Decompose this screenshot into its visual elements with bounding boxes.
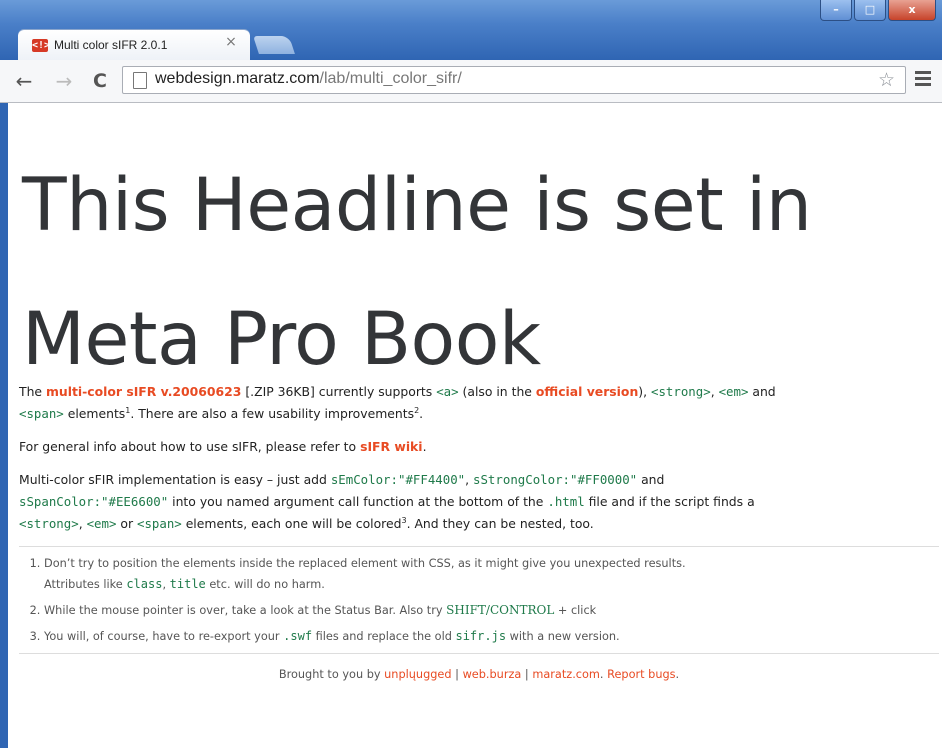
divider bbox=[19, 653, 939, 654]
bookmark-star-icon[interactable]: ☆ bbox=[878, 69, 895, 91]
page-footer: Brought to you by unplųugged | web.burza… bbox=[19, 664, 939, 686]
tab-active[interactable]: <!> Multi color sIFR 2.0.1 × bbox=[18, 30, 250, 60]
download-link[interactable]: multi-color sIFR v.20060623 bbox=[46, 384, 241, 399]
window-controls: – □ x bbox=[818, 0, 936, 22]
code-span: <span> bbox=[19, 406, 64, 421]
code-sem-color: sEmColor:"#FF4400" bbox=[330, 472, 466, 487]
code-a: <a> bbox=[436, 384, 459, 399]
text: [.ZIP 36KB] currently supports bbox=[241, 384, 437, 399]
reload-icon[interactable]: C bbox=[88, 69, 112, 93]
text: files and replace the old bbox=[312, 630, 456, 643]
code-swf: .swf bbox=[283, 629, 313, 643]
sifr-wiki-link[interactable]: sIFR wiki bbox=[360, 439, 423, 454]
new-tab-button[interactable] bbox=[253, 36, 295, 54]
maximize-button[interactable]: □ bbox=[854, 0, 886, 21]
web-burza-link[interactable]: web.burza bbox=[463, 668, 522, 681]
report-bugs-link[interactable]: Report bugs bbox=[607, 668, 675, 681]
intro-paragraph: The multi-color sIFR v.20060623 [.ZIP 36… bbox=[19, 381, 939, 425]
back-arrow-icon[interactable]: ← bbox=[12, 69, 36, 93]
text: and bbox=[748, 384, 776, 399]
unplugged-link[interactable]: unplųugged bbox=[384, 668, 451, 681]
page-content: This Headline is set in Meta Pro Book The… bbox=[0, 103, 942, 748]
maratz-link[interactable]: maratz.com bbox=[532, 668, 600, 681]
footnote-2: While the mouse pointer is over, take a … bbox=[44, 600, 939, 621]
page-headline: This Headline is set in Meta Pro Book bbox=[22, 139, 922, 407]
code-class: class bbox=[126, 577, 163, 591]
text: Multi-color sFIR implementation is easy … bbox=[19, 472, 331, 487]
text: into you named argument call function at… bbox=[168, 494, 548, 509]
code-span: <span> bbox=[136, 516, 182, 531]
code-strong: <strong> bbox=[651, 384, 711, 399]
close-button[interactable]: x bbox=[888, 0, 936, 21]
text: . bbox=[422, 439, 427, 454]
separator: | bbox=[521, 668, 533, 681]
url-text: webdesign.maratz.com/lab/multi_color_sif… bbox=[155, 70, 462, 88]
text: file and if the script finds a bbox=[584, 494, 755, 509]
text: . And they can be nested, too. bbox=[406, 516, 594, 531]
text: (also in the bbox=[458, 384, 536, 399]
separator: | bbox=[451, 668, 463, 681]
article-body: The multi-color sIFR v.20060623 [.ZIP 36… bbox=[19, 381, 939, 686]
footnote-1: Don’t try to position the elements insid… bbox=[44, 553, 939, 595]
text: etc. will do no harm. bbox=[205, 578, 325, 591]
headline-line-2: Meta Pro Book bbox=[22, 297, 541, 382]
code-em: <em> bbox=[86, 516, 117, 531]
text: elements bbox=[63, 406, 126, 421]
code-html: .html bbox=[547, 494, 585, 509]
title-bar: <!> Multi color sIFR 2.0.1 × – □ x bbox=[0, 0, 942, 60]
wiki-paragraph: For general info about how to use sIFR, … bbox=[19, 436, 939, 458]
footnotes-list: Don’t try to position the elements insid… bbox=[19, 553, 939, 647]
code-sstrong-color: sStrongColor:"#FF0000" bbox=[473, 472, 638, 487]
text: ), bbox=[638, 384, 651, 399]
code-title: title bbox=[169, 577, 206, 591]
code-sifr-js: sifr.js bbox=[455, 629, 507, 643]
text: or bbox=[116, 516, 137, 531]
text: . bbox=[419, 406, 424, 421]
text: , bbox=[162, 578, 170, 591]
text: You will, of course, have to re-export y… bbox=[44, 630, 284, 643]
code-em: <em> bbox=[718, 384, 749, 399]
text: Brought to you by bbox=[278, 668, 385, 681]
code-sspan-color: sSpanColor:"#EE6600" bbox=[19, 494, 169, 509]
text: , bbox=[710, 384, 719, 399]
text: . bbox=[675, 668, 680, 681]
minimize-button[interactable]: – bbox=[820, 0, 852, 21]
address-bar[interactable]: webdesign.maratz.com/lab/multi_color_sif… bbox=[122, 66, 906, 94]
tab-title: Multi color sIFR 2.0.1 bbox=[54, 38, 168, 52]
headline-line-1: This Headline is set in bbox=[22, 163, 812, 248]
text: + click bbox=[554, 604, 597, 617]
text: elements, each one will be colored bbox=[181, 516, 402, 531]
forward-arrow-icon[interactable]: → bbox=[52, 69, 76, 93]
text: Don’t try to position the elements insid… bbox=[44, 557, 686, 570]
url-path: /lab/multi_color_sifr/ bbox=[319, 70, 462, 87]
text: and bbox=[637, 472, 665, 487]
code-strong: <strong> bbox=[19, 516, 79, 531]
official-version-link[interactable]: official version bbox=[536, 384, 638, 399]
text: The bbox=[19, 384, 46, 399]
text: . There are also a few usability improve… bbox=[130, 406, 415, 421]
browser-toolbar: ← → C webdesign.maratz.com/lab/multi_col… bbox=[0, 60, 942, 103]
footnote-3: You will, of course, have to re-export y… bbox=[44, 626, 939, 647]
favicon-icon: <!> bbox=[32, 39, 51, 52]
browser-window: <!> Multi color sIFR 2.0.1 × – □ x ← → C… bbox=[0, 0, 942, 748]
text: , bbox=[78, 516, 87, 531]
text: Attributes like bbox=[44, 578, 127, 591]
key-combo: SHIFT/CONTROL bbox=[446, 603, 555, 617]
menu-icon[interactable] bbox=[915, 71, 931, 89]
page-icon bbox=[133, 72, 147, 89]
url-host: webdesign.maratz.com bbox=[155, 70, 320, 87]
divider bbox=[19, 546, 939, 547]
text: , bbox=[465, 472, 474, 487]
tab-close-icon[interactable]: × bbox=[224, 35, 238, 49]
text: with a new version. bbox=[506, 630, 620, 643]
text: While the mouse pointer is over, take a … bbox=[44, 604, 447, 617]
implementation-paragraph: Multi-color sFIR implementation is easy … bbox=[19, 469, 939, 535]
text: For general info about how to use sIFR, … bbox=[19, 439, 361, 454]
